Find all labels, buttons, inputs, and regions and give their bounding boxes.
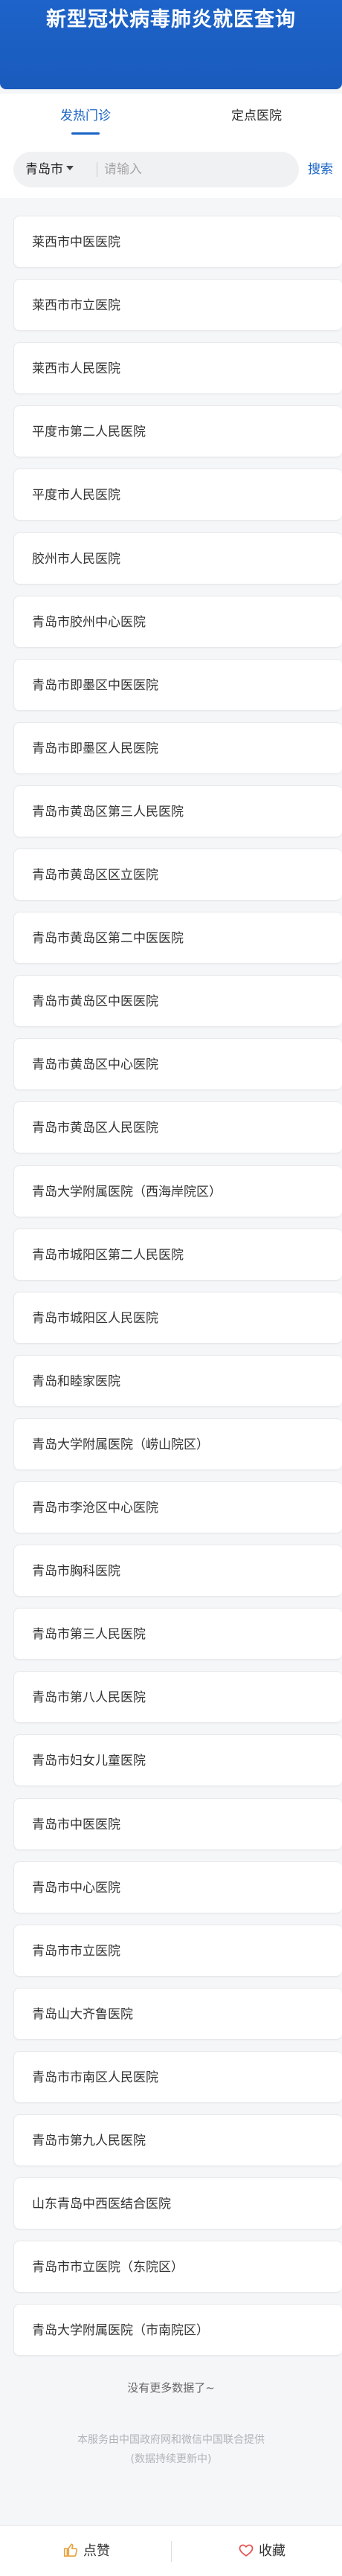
hospital-card[interactable]: 青岛市市立医院（东院区）	[13, 2241, 342, 2293]
hospital-name: 莱西市市立医院	[32, 298, 120, 313]
hospital-name: 青岛市城阳区人民医院	[32, 1311, 158, 1326]
hospital-card[interactable]: 青岛市城阳区人民医院	[13, 1292, 342, 1344]
hospital-card[interactable]: 青岛市即墨区人民医院	[13, 722, 342, 774]
hospital-name: 青岛市市立医院（东院区）	[32, 2260, 184, 2275]
hospital-card[interactable]: 青岛市第三人民医院	[13, 1608, 342, 1660]
tab-bar: 发热门诊 定点医院	[0, 94, 342, 138]
hospital-card[interactable]: 青岛市市南区人民医院	[13, 2051, 342, 2103]
hospital-name: 青岛大学附属医院（市南院区）	[32, 2323, 209, 2338]
bottom-bar-divider	[171, 2541, 172, 2562]
hospital-name: 平度市人民医院	[32, 488, 120, 503]
hospital-name: 青岛市胶州中心医院	[32, 615, 146, 630]
like-button[interactable]: 点赞	[62, 2526, 110, 2576]
search-row: 青岛市 搜索	[0, 138, 342, 198]
hospital-name: 青岛市中医医院	[32, 1817, 120, 1832]
hospital-name: 青岛市黄岛区第三人民医院	[32, 805, 184, 820]
hospital-name: 青岛市妇女儿童医院	[32, 1754, 146, 1768]
hospital-name: 青岛市黄岛区第二中医医院	[32, 931, 184, 946]
hospital-card[interactable]: 青岛市第九人民医院	[13, 2114, 342, 2166]
hospital-card[interactable]: 青岛市胶州中心医院	[13, 596, 342, 648]
hospital-name: 胶州市人民医院	[32, 552, 120, 567]
page-title: 新型冠状病毒肺炎就医查询	[46, 8, 296, 31]
hospital-name: 青岛市黄岛区区立医院	[32, 868, 158, 883]
search-input[interactable]	[104, 158, 290, 181]
hospital-name: 青岛山大齐鲁医院	[32, 2007, 133, 2022]
hospital-card[interactable]: 青岛市黄岛区第二中医医院	[13, 912, 342, 964]
hospital-card[interactable]: 青岛市市立医院	[13, 1925, 342, 1977]
hospital-card[interactable]: 青岛山大齐鲁医院	[13, 1988, 342, 2040]
hospital-name: 莱西市人民医院	[32, 361, 120, 376]
hospital-card[interactable]: 青岛和睦家医院	[13, 1355, 342, 1407]
hospital-card[interactable]: 青岛市黄岛区人民医院	[13, 1101, 342, 1153]
hospital-card[interactable]: 青岛大学附属医院（崂山院区）	[13, 1418, 342, 1470]
hospital-card[interactable]: 青岛市城阳区第二人民医院	[13, 1229, 342, 1281]
bottom-bar: 点赞 收藏	[0, 2525, 342, 2576]
source-note: 本服务由中国政府网和微信中国联合提供	[77, 2434, 265, 2446]
hospital-card[interactable]: 青岛市黄岛区第三人民医院	[13, 785, 342, 837]
hospital-name: 青岛市胸科医院	[32, 1564, 120, 1579]
thumbs-up-icon	[63, 2543, 78, 2557]
city-select-label: 青岛市	[25, 162, 63, 177]
hospital-card[interactable]: 平度市第二人民医院	[13, 405, 342, 457]
hospital-card[interactable]: 莱西市中医医院	[13, 216, 342, 268]
hospital-card[interactable]: 青岛市中医医院	[13, 1798, 342, 1850]
hospital-name: 青岛大学附属医院（西海岸院区）	[32, 1185, 222, 1200]
hospital-name: 青岛市市立医院	[32, 1944, 120, 1959]
hospital-card[interactable]: 青岛市黄岛区区立医院	[13, 849, 342, 901]
favorite-label: 收藏	[259, 2543, 285, 2559]
hospital-card[interactable]: 平度市人民医院	[13, 468, 342, 521]
hospital-card[interactable]: 莱西市市立医院	[13, 279, 342, 331]
like-label: 点赞	[83, 2543, 110, 2559]
hospital-name: 青岛大学附属医院（崂山院区）	[32, 1437, 209, 1452]
active-tab-indicator	[71, 132, 100, 135]
search-box: 青岛市	[13, 152, 299, 187]
hospital-name: 青岛市黄岛区中心医院	[32, 1057, 158, 1072]
hospital-name: 青岛市城阳区第二人民医院	[32, 1248, 184, 1263]
hospital-name: 青岛市黄岛区人民医院	[32, 1121, 158, 1136]
hospital-name: 青岛和睦家医院	[32, 1374, 120, 1389]
city-select[interactable]: 青岛市	[25, 152, 74, 187]
hospital-card[interactable]: 莱西市人民医院	[13, 342, 342, 394]
favorite-button[interactable]: 收藏	[238, 2526, 285, 2576]
hospital-name: 山东青岛中西医结合医院	[32, 2197, 171, 2212]
hospital-name: 青岛市李沧区中心医院	[32, 1501, 158, 1516]
hospital-name: 青岛市即墨区中医医院	[32, 678, 158, 693]
hospital-name: 青岛市即墨区人民医院	[32, 741, 158, 756]
hospital-card[interactable]: 胶州市人民医院	[13, 532, 342, 585]
hospital-card[interactable]: 青岛市第八人民医院	[13, 1671, 342, 1723]
hospital-card[interactable]: 山东青岛中西医结合医院	[13, 2177, 342, 2229]
hospital-card[interactable]: 青岛市胸科医院	[13, 1545, 342, 1597]
hospital-card[interactable]: 青岛市黄岛区中心医院	[13, 1038, 342, 1090]
no-more-text: 没有更多数据了~	[127, 2381, 215, 2395]
hospital-name: 青岛市第八人民医院	[32, 1690, 146, 1705]
search-button[interactable]: 搜索	[308, 159, 333, 180]
hospital-name: 青岛市中心医院	[32, 1881, 120, 1896]
hospital-name: 平度市第二人民医院	[32, 425, 146, 439]
update-note: (数据持续更新中)	[130, 2453, 212, 2465]
caret-down-icon	[66, 166, 74, 170]
page: 新型冠状病毒肺炎就医查询 发热门诊 定点医院 青岛市 搜索 莱西市中医医院莱西市…	[0, 0, 342, 2576]
hospital-card[interactable]: 青岛市中心医院	[13, 1861, 342, 1913]
hospital-name: 青岛市市南区人民医院	[32, 2070, 158, 2085]
header-banner: 新型冠状病毒肺炎就医查询	[0, 0, 342, 89]
hospital-card[interactable]: 青岛大学附属医院（市南院区）	[13, 2304, 342, 2356]
hospital-name: 青岛市第三人民医院	[32, 1627, 146, 1642]
tab-designated-hospital[interactable]: 定点医院	[171, 94, 342, 138]
tab-fever-clinic[interactable]: 发热门诊	[0, 94, 171, 138]
hospital-card[interactable]: 青岛市黄岛区中医医院	[13, 975, 342, 1027]
heart-icon	[239, 2544, 254, 2557]
hospital-card[interactable]: 青岛大学附属医院（西海岸院区）	[13, 1165, 342, 1217]
hospital-card[interactable]: 青岛市即墨区中医医院	[13, 659, 342, 711]
hospital-card[interactable]: 青岛市李沧区中心医院	[13, 1481, 342, 1533]
hospital-name: 青岛市黄岛区中医医院	[32, 994, 158, 1009]
hospital-card[interactable]: 青岛市妇女儿童医院	[13, 1734, 342, 1786]
hospital-name: 青岛市第九人民医院	[32, 2134, 146, 2148]
hospital-name: 莱西市中医医院	[32, 235, 120, 250]
